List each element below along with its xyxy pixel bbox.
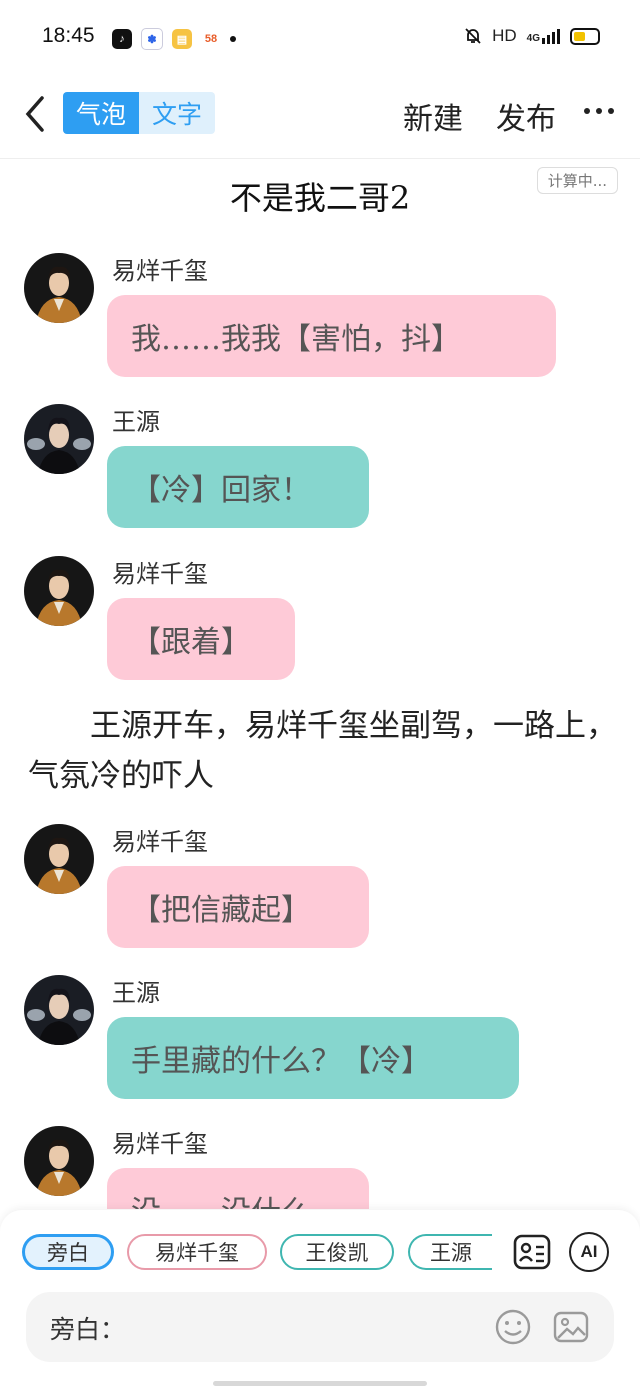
narration-text[interactable]: 王源开车，易烊千玺坐副驾，一路上，气氛冷的吓人 [28,701,618,801]
word-count-badge: 计算中... [536,167,618,194]
avatar[interactable] [24,1126,94,1196]
composer-panel: 旁白 易烊千玺 王俊凯 王源 AI 旁白： [0,1210,640,1387]
message-bubble[interactable]: 我……我我【害怕，抖】 [107,295,556,377]
status-right: HD 4G [464,26,600,46]
more-options-icon[interactable] [584,108,614,114]
avatar[interactable] [24,824,94,894]
composer-input-label: 旁白： [50,1315,126,1344]
message-bubble[interactable]: 【冷】回家！ [107,446,369,528]
publish-button[interactable]: 发布 [496,94,556,138]
signal-label: 4G [526,32,540,44]
status-bar: 18:45 ♪ ✽ ▤ 58 HD 4G [0,0,640,78]
role-chip-narrator[interactable]: 旁白 [22,1234,114,1270]
58-icon: 58 [201,29,221,49]
baidu-icon: ✽ [141,28,163,50]
avatar[interactable] [24,556,94,626]
top-bar: 气泡 文字 新建 发布 [0,78,640,159]
message-bubble[interactable]: 【跟着】 [107,598,295,680]
speaker-name: 王源 [112,979,160,1007]
role-card-icon[interactable] [512,1232,552,1272]
avatar[interactable] [24,404,94,474]
speaker-name: 易烊千玺 [112,257,208,285]
message-bubble[interactable]: 手里藏的什么？【冷】 [107,1017,519,1099]
mode-text-tab[interactable]: 文字 [139,92,215,134]
network-label: HD [492,26,517,45]
role-chip-wangyuan[interactable]: 王源 [408,1234,492,1270]
status-time: 18:45 [42,24,95,47]
more-notifications-dot [230,36,236,42]
ai-assistant-button[interactable]: AI [569,1232,609,1272]
avatar[interactable] [24,975,94,1045]
speaker-name: 王源 [112,408,160,436]
status-app-icons: ♪ ✽ ▤ 58 [112,28,236,50]
story-content: 不是我二哥2 计算中... 易烊千玺 我……我我【害怕，抖】 王源 【冷】回家！… [0,159,640,1209]
emoji-icon[interactable] [494,1308,532,1346]
battery-icon [570,27,600,45]
home-indicator[interactable] [213,1381,427,1386]
speaker-name: 易烊千玺 [112,828,208,856]
back-arrow-icon[interactable] [20,94,50,134]
speaker-name: 易烊千玺 [112,560,208,588]
image-icon[interactable] [552,1308,590,1346]
mute-bell-icon [465,28,481,44]
message-bubble[interactable]: 没……没什么 [107,1168,369,1209]
mode-toggle: 气泡 文字 [63,92,215,134]
composer-input[interactable]: 旁白： [26,1292,614,1362]
role-chip-wangjunkai[interactable]: 王俊凯 [280,1234,394,1270]
speaker-name: 易烊千玺 [112,1130,208,1158]
role-chip-yiyangqianxi[interactable]: 易烊千玺 [127,1234,267,1270]
new-button[interactable]: 新建 [403,94,463,138]
avatar[interactable] [24,253,94,323]
notes-icon: ▤ [172,29,192,49]
mode-bubble-tab[interactable]: 气泡 [63,92,139,134]
tiktok-icon: ♪ [112,29,132,49]
signal-icon: 4G [526,28,560,44]
message-bubble[interactable]: 【把信藏起】 [107,866,369,948]
